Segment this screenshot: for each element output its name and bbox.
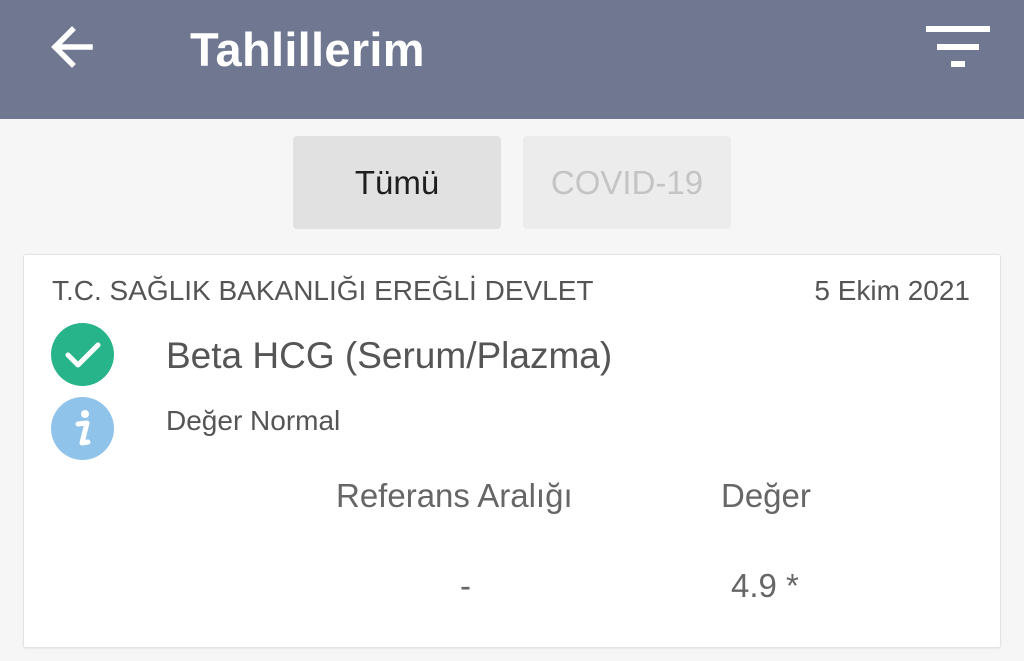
tab-all[interactable]: Tümü <box>293 136 501 229</box>
test-name: Beta HCG (Serum/Plazma) <box>166 335 613 376</box>
filter-icon <box>926 26 990 67</box>
value-header: Değer <box>721 477 811 514</box>
back-button[interactable] <box>46 22 102 72</box>
filter-button[interactable] <box>920 20 996 74</box>
result-value: 4.9 * <box>731 567 799 604</box>
check-circle-icon <box>51 323 114 386</box>
result-date: 5 Ekim 2021 <box>814 275 970 306</box>
status-text: Değer Normal <box>166 405 341 436</box>
app-bar: Tahlillerim <box>0 0 1024 119</box>
arrow-left-icon <box>51 26 93 68</box>
reference-range-header: Referans Aralığı <box>336 477 573 514</box>
page-title: Tahlillerim <box>190 23 425 76</box>
tab-bar: Tümü COVID-19 <box>0 136 1024 230</box>
tab-covid-19[interactable]: COVID-19 <box>523 136 731 229</box>
institution-name: T.C. SAĞLIK BAKANLIĞI EREĞLİ DEVLET <box>52 275 594 306</box>
test-result-card[interactable]: T.C. SAĞLIK BAKANLIĞI EREĞLİ DEVLET 5 Ek… <box>23 254 1001 648</box>
reference-range-value: - <box>460 567 471 604</box>
info-icon <box>51 397 114 460</box>
